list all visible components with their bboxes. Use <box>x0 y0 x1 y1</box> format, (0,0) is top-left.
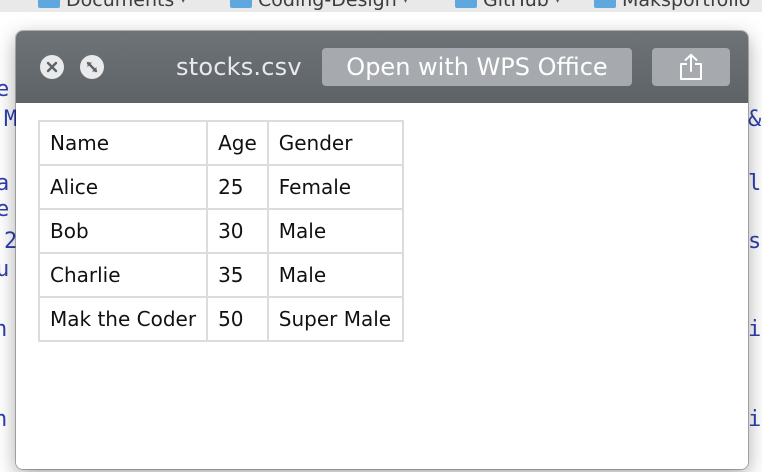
folder-icon <box>38 0 60 8</box>
code-fragment: s <box>748 229 762 254</box>
share-icon <box>680 53 702 80</box>
fullscreen-button[interactable] <box>80 55 104 79</box>
table-row: Bob 30 Male <box>37 208 404 254</box>
close-button[interactable] <box>40 55 64 79</box>
table-cell: 30 <box>206 208 269 254</box>
table-cell: Bob <box>37 208 209 254</box>
folder-icon <box>230 0 252 8</box>
bookmark-label: Documents <box>66 0 175 11</box>
bookmark-label: GitHub <box>483 0 549 11</box>
code-fragment: n <box>0 317 8 342</box>
table-cell: 25 <box>206 164 269 210</box>
folder-icon <box>594 0 616 8</box>
quick-look-window: stocks.csv Open with WPS Office Name Age… <box>16 31 748 469</box>
close-icon <box>46 61 58 73</box>
fullscreen-icon <box>86 61 98 73</box>
table-cell: 50 <box>206 296 269 342</box>
table-cell: Gender <box>266 120 404 166</box>
chevron-down-icon: ▾ <box>403 0 409 10</box>
table-cell: Charlie <box>37 252 209 298</box>
bookmark-label: Maksportfolio <box>622 0 751 11</box>
code-fragment: l <box>748 171 762 196</box>
table-cell: 35 <box>206 252 269 298</box>
bookmarks-bar: ▾ Documents ▾ Coding-Design ▾ GitHub ▾ M… <box>0 0 762 12</box>
csv-table: Name Age Gender Alice 25 Female Bob 30 M… <box>37 120 404 342</box>
code-fragment: e <box>0 197 10 222</box>
table-row: Mak the Coder 50 Super Male <box>37 296 404 342</box>
table-row: Charlie 35 Male <box>37 252 404 298</box>
table-cell: Male <box>266 208 404 254</box>
table-cell: Mak the Coder <box>37 296 209 342</box>
table-row: Alice 25 Female <box>37 164 404 210</box>
chevron-down-icon: ▾ <box>180 0 186 10</box>
table-cell: Male <box>266 252 404 298</box>
table-cell: Alice <box>37 164 209 210</box>
code-fragment: a <box>0 171 10 196</box>
table-cell: Super Male <box>266 296 404 342</box>
share-button[interactable] <box>652 48 730 86</box>
table-cell: Female <box>266 164 404 210</box>
table-cell: Name <box>37 120 209 166</box>
bookmark-github[interactable]: GitHub ▾ <box>455 0 560 10</box>
bookmark-overflow[interactable]: ▾ <box>0 0 1 10</box>
bookmark-coding-design[interactable]: Coding-Design ▾ <box>230 0 408 10</box>
bookmark-documents[interactable]: Documents ▾ <box>38 0 186 10</box>
chevron-down-icon: ▾ <box>555 0 561 10</box>
quick-look-titlebar: stocks.csv Open with WPS Office <box>16 31 748 103</box>
folder-icon <box>455 0 477 8</box>
table-cell: Age <box>206 120 269 166</box>
csv-preview: Name Age Gender Alice 25 Female Bob 30 M… <box>16 103 748 469</box>
bookmark-label: Coding-Design <box>258 0 397 11</box>
bookmark-maksportfolio[interactable]: Maksportfolio <box>594 0 750 10</box>
code-fragment: n <box>0 407 8 432</box>
window-title: stocks.csv <box>176 53 302 81</box>
code-fragment: i <box>748 317 762 342</box>
code-fragment: u <box>0 257 10 282</box>
code-fragment: & <box>748 107 762 132</box>
code-fragment: i <box>748 407 762 432</box>
table-row: Name Age Gender <box>37 120 404 166</box>
code-fragment: e <box>0 77 10 102</box>
open-with-wps-button[interactable]: Open with WPS Office <box>322 48 632 86</box>
